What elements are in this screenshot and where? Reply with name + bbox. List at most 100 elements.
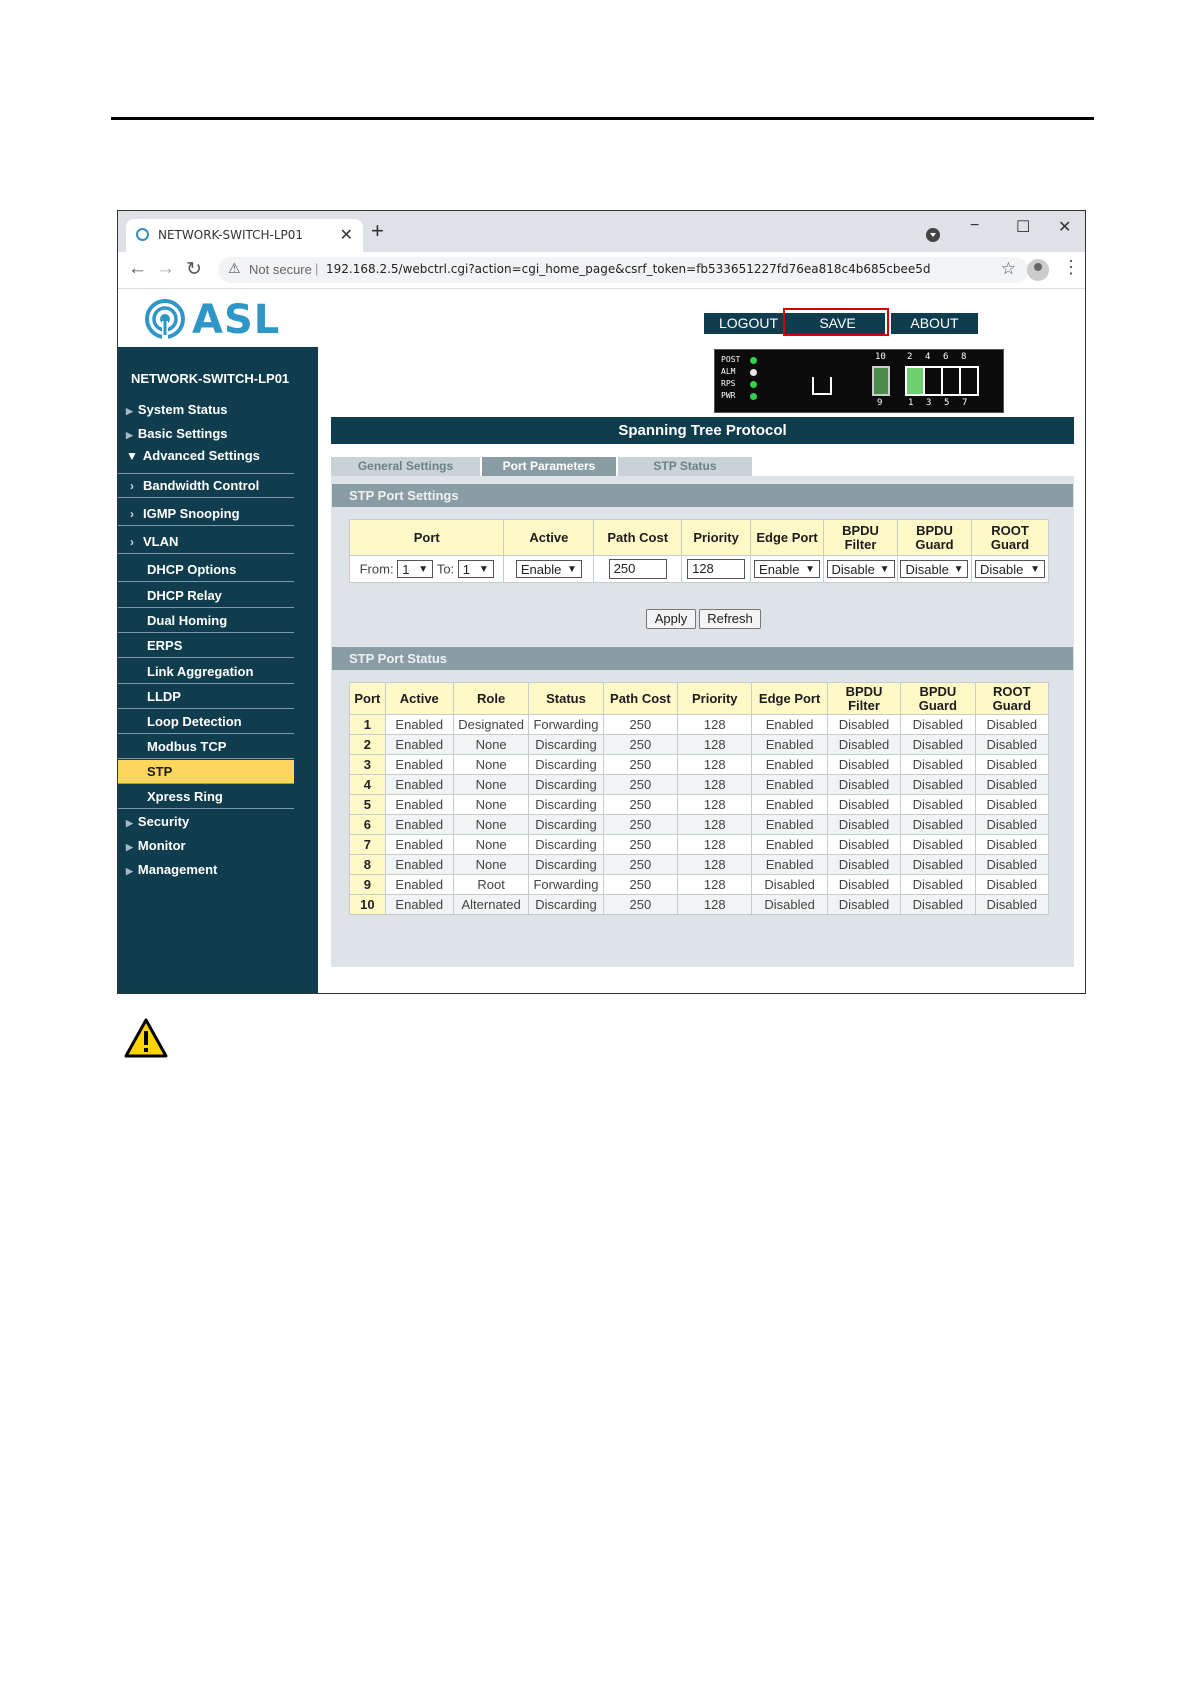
stp-port-settings-table: Port Active Path Cost Priority Edge Port…: [348, 519, 1050, 583]
table-cell: 250: [602, 894, 679, 915]
table-cell: Disabled: [900, 794, 976, 815]
table-cell: Enabled: [384, 794, 454, 815]
table-cell: Enabled: [751, 834, 828, 855]
sidebar-item-security[interactable]: ▶ Security: [126, 814, 189, 829]
table-cell: Disabled: [826, 834, 902, 855]
edge-port-select[interactable]: Enable ▼: [754, 560, 821, 578]
sidebar-item-loop-detection[interactable]: Loop Detection: [118, 710, 294, 734]
sidebar-item-erps[interactable]: ERPS: [118, 634, 294, 658]
tab-stp-status[interactable]: STP Status: [618, 457, 752, 476]
table-cell: Enabled: [384, 854, 454, 875]
port-label-7: 7: [962, 398, 968, 408]
browser-tab[interactable]: NETWORK-SWITCH-LP01 ✕: [126, 219, 363, 252]
sidebar-item-dual-homing[interactable]: Dual Homing: [118, 609, 294, 633]
sidebar-item-dhcp-relay[interactable]: DHCP Relay: [118, 584, 294, 608]
new-tab-icon[interactable]: +: [371, 218, 384, 244]
col-header-port: Port: [348, 519, 505, 556]
refresh-button[interactable]: Refresh: [699, 609, 761, 629]
sidebar-item-label: DHCP Relay: [147, 588, 222, 603]
col-header-port: Port: [349, 682, 386, 715]
sidebar-item-link-aggregation[interactable]: Link Aggregation: [118, 660, 294, 684]
to-port-select[interactable]: 1 ▼: [457, 560, 494, 578]
table-cell: Disabled: [826, 774, 902, 795]
table-cell: Enabled: [751, 774, 828, 795]
sidebar-item-label: Basic Settings: [137, 426, 228, 441]
from-label: From:: [359, 561, 394, 577]
back-icon[interactable]: ←: [128, 258, 147, 280]
col-header-path-cost: Path Cost: [593, 519, 683, 556]
sidebar-item-igmp-snooping[interactable]: › IGMP Snooping: [118, 502, 294, 526]
table-cell: Discarding: [528, 774, 604, 795]
url-text[interactable]: 192.168.2.5/webctrl.cgi?action=cgi_home_…: [326, 262, 930, 276]
chevron-right-icon: ›: [130, 507, 134, 521]
address-bar[interactable]: ⚠ Not secure | 192.168.2.5/webctrl.cgi?a…: [218, 257, 1028, 283]
col-header-priority: Priority: [677, 682, 753, 715]
bpdu-guard-select[interactable]: Disable ▼: [900, 560, 969, 578]
sidebar-item-xpress-ring[interactable]: Xpress Ring: [118, 785, 294, 809]
about-button[interactable]: ABOUT: [891, 313, 978, 334]
close-window-icon[interactable]: ✕: [1058, 217, 1071, 237]
path-cost-cell: 250: [593, 555, 683, 583]
sidebar-item-monitor[interactable]: ▶ Monitor: [126, 838, 186, 853]
chevron-down-icon: ▼: [478, 564, 489, 575]
table-cell: Discarding: [528, 794, 604, 815]
col-header-active: Active: [503, 519, 595, 556]
apply-button[interactable]: Apply: [646, 609, 696, 629]
forward-icon[interactable]: →: [156, 258, 175, 280]
port-label-5: 5: [944, 398, 950, 408]
col-header-priority: Priority: [681, 519, 752, 556]
table-cell: 250: [602, 754, 679, 775]
tab-general-settings[interactable]: General Settings: [331, 457, 480, 476]
sidebar-item-system-status[interactable]: ▶ System Status: [126, 402, 228, 417]
console-port-icon: [812, 377, 832, 395]
path-cost-input[interactable]: 250: [608, 559, 667, 579]
tab-port-parameters[interactable]: Port Parameters: [482, 457, 616, 476]
menu-kebab-icon[interactable]: ⋮: [1062, 257, 1080, 278]
priority-input[interactable]: 128: [687, 559, 746, 579]
sidebar-item-basic-settings[interactable]: ▶ Basic Settings: [126, 426, 228, 441]
table-row: 6 Enabled None Discarding 250 128 Enabled Disab…: [349, 814, 1050, 835]
minimize-icon[interactable]: −: [970, 217, 979, 235]
table-cell: Designated: [452, 714, 530, 735]
col-header-bpdu-guard: BPDU Guard: [897, 519, 972, 556]
table-cell: Disabled: [826, 714, 902, 735]
root-guard-select[interactable]: Disable ▼: [974, 560, 1045, 578]
active-select-value: Enable: [520, 562, 562, 577]
reload-icon[interactable]: ↻: [186, 258, 202, 281]
header-line: BPDU: [916, 522, 953, 538]
header-line: Filter: [848, 697, 880, 713]
sidebar-item-vlan[interactable]: › VLAN: [118, 530, 294, 554]
sidebar-item-stp[interactable]: STP: [118, 760, 294, 784]
table-cell: Disabled: [900, 814, 976, 835]
table-cell: None: [452, 814, 530, 835]
bpdu-filter-cell: Disable ▼: [823, 555, 898, 583]
page-title: Spanning Tree Protocol: [331, 417, 1074, 444]
maximize-icon[interactable]: ☐: [1016, 217, 1030, 237]
logout-button[interactable]: LOGOUT: [704, 313, 793, 334]
active-select[interactable]: Enable ▼: [515, 560, 582, 578]
sidebar-item-label: IGMP Snooping: [143, 506, 240, 521]
bookmark-star-icon[interactable]: ☆: [1001, 259, 1016, 279]
sidebar-item-advanced-settings[interactable]: ▼ Advanced Settings: [126, 448, 260, 463]
table-cell: Enabled: [384, 754, 454, 775]
header-line: BPDU: [845, 683, 883, 699]
sidebar-item-dhcp-options[interactable]: DHCP Options: [118, 558, 294, 582]
sidebar-item-label: Advanced Settings: [142, 448, 260, 463]
header-line: BPDU: [842, 522, 879, 538]
tab-search-icon[interactable]: [926, 228, 940, 242]
bpdu-filter-select[interactable]: Disable ▼: [826, 560, 895, 578]
port-number-cell: 6: [349, 814, 386, 835]
switch-front-panel: POST ALM RPS PWR 10 2 4 6 8 9 1 3 5 7: [714, 349, 1004, 413]
sidebar-item-modbus-tcp[interactable]: Modbus TCP: [118, 735, 294, 759]
sidebar-item-lldp[interactable]: LLDP: [118, 685, 294, 709]
table-cell: Disabled: [974, 734, 1050, 755]
close-tab-icon[interactable]: ✕: [340, 225, 353, 245]
table-cell: 250: [602, 874, 679, 895]
from-port-select[interactable]: 1 ▼: [397, 560, 434, 578]
sidebar-item-bandwidth-control[interactable]: › Bandwidth Control: [118, 474, 294, 498]
profile-avatar-icon[interactable]: [1027, 259, 1049, 281]
table-cell: Disabled: [900, 834, 976, 855]
table-cell: Enabled: [384, 734, 454, 755]
settings-header-row: Port Active Path Cost Priority Edge Port…: [348, 519, 1050, 556]
sidebar-item-management[interactable]: ▶ Management: [126, 862, 217, 877]
